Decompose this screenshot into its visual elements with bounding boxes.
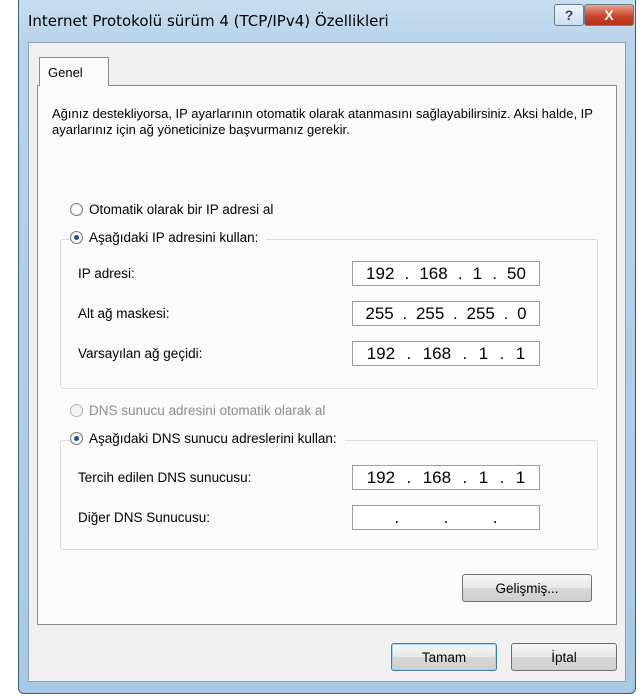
preferred-dns-label: Tercih edilen DNS sunucusu: [78,470,252,485]
radio-auto-ip-circle[interactable] [70,203,83,216]
octet: 1 [478,343,489,363]
octet: 255 [415,303,445,323]
help-button[interactable]: ? [554,4,584,26]
radio-auto-dns[interactable]: DNS sunucu adresini otomatik olarak al [70,403,325,418]
dialog-client: Genel Ağınız destekliyorsa, IP ayarların… [28,42,626,682]
radio-manual-dns-label: Aşağıdaki DNS sunucu adreslerini kullan: [89,431,337,446]
radio-manual-ip-circle[interactable] [70,231,83,244]
octet: 168 [422,343,452,363]
radio-auto-dns-circle[interactable] [70,404,83,417]
help-icon: ? [564,7,574,23]
octet: 168 [419,263,448,283]
radio-manual-dns-circle[interactable] [70,432,83,445]
gateway-label: Varsayılan ağ geçidi: [78,346,203,361]
dns-group [60,440,598,550]
window-title: Internet Protokolü sürüm 4 (TCP/IPv4) Öz… [28,12,389,30]
octet: 50 [507,263,526,283]
alternate-dns-input[interactable]: . . . [352,505,540,530]
close-button[interactable]: X [584,4,634,26]
close-icon: X [604,7,614,23]
preferred-dns-input[interactable]: 192. 168. 1. 1 [352,465,540,490]
octet: 255 [365,303,394,323]
tab-genel[interactable]: Genel [39,57,109,86]
gateway-input[interactable]: 192. 168. 1. 1 [352,341,540,366]
title-bar[interactable]: Internet Protokolü sürüm 4 (TCP/IPv4) Öz… [18,0,636,42]
radio-manual-dns[interactable]: Aşağıdaki DNS sunucu adreslerini kullan: [70,431,345,446]
octet: 1 [515,467,526,487]
radio-manual-ip-label: Aşağıdaki IP adresini kullan: [89,230,259,245]
cancel-button[interactable]: İptal [511,643,617,671]
description-text: Ağınız destekliyorsa, IP ayarlarının oto… [52,106,593,137]
advanced-button[interactable]: Gelişmiş... [462,574,592,602]
radio-manual-ip[interactable]: Aşağıdaki IP adresini kullan: [70,230,267,245]
subnet-mask-label: Alt ağ maskesi: [78,306,170,321]
octet: 0 [517,303,527,323]
ok-button[interactable]: Tamam [391,643,497,671]
ip-address-label: IP adresi: [78,266,135,281]
octet: 255 [466,303,495,323]
octet: 192 [366,467,396,487]
octet: 1 [515,343,526,363]
subnet-mask-input[interactable]: 255. 255. 255. 0 [352,301,540,326]
tab-panel: Ağınız destekliyorsa, IP ayarlarının oto… [37,85,617,625]
octet: 1 [472,263,483,283]
radio-auto-ip[interactable]: Otomatik olarak bir IP adresi al [70,202,273,217]
octet: 192 [366,263,395,283]
octet: 192 [366,343,396,363]
alternate-dns-label: Diğer DNS Sunucusu: [78,510,211,525]
octet: 1 [478,467,489,487]
ip-address-input[interactable]: 192. 168. 1. 50 [352,261,540,286]
octet: 168 [422,467,452,487]
radio-auto-ip-label: Otomatik olarak bir IP adresi al [89,202,274,217]
radio-auto-dns-label: DNS sunucu adresini otomatik olarak al [89,403,326,418]
